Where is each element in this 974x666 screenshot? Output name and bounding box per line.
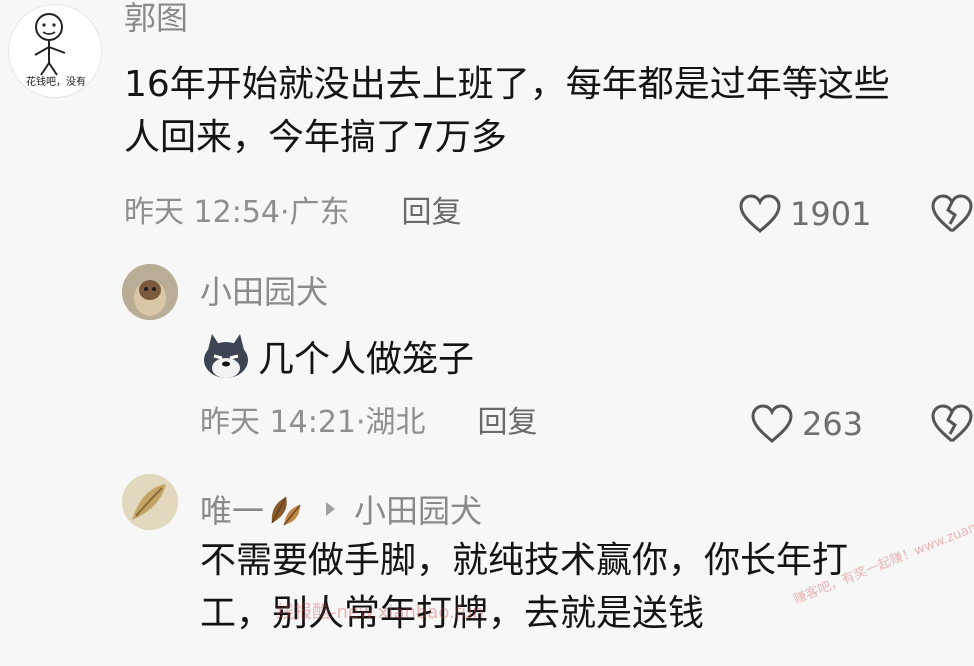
wolf-emoji-icon <box>204 334 248 378</box>
comment-author[interactable]: 郭图 <box>124 2 188 34</box>
comment-meta: 昨天 14:21·湖北 回复 <box>200 408 538 438</box>
avatar-xiaotianyuanquan[interactable] <box>122 264 178 320</box>
comment-header: 唯一 小田园犬 <box>200 486 482 532</box>
broken-heart-icon[interactable] <box>930 404 974 444</box>
reply-button[interactable]: 回复 <box>478 408 538 438</box>
comment-author[interactable]: 唯一 <box>200 486 264 532</box>
watermark-center: 线报酷-new.xianbao.fun <box>276 602 484 623</box>
comment-text-content: 几个人做笼子 <box>258 339 475 380</box>
reply-to-author[interactable]: 小田园犬 <box>354 486 482 532</box>
leaf-emoji-icon <box>271 496 301 526</box>
comment-author[interactable]: 小田园犬 <box>200 276 328 308</box>
comment-text: 16年开始就没出去上班了，每年都是过年等这些 人回来，今年搞了7万多 <box>124 58 974 165</box>
like-button[interactable]: 263 <box>750 404 863 444</box>
comment-time-location: 昨天 14:21·湖北 <box>200 405 426 440</box>
like-count: 263 <box>802 405 864 443</box>
comment-meta: 昨天 12:54·广东 回复 <box>124 198 462 228</box>
heart-outline-icon <box>739 194 781 233</box>
avatar-guotu[interactable]: 花钱吧，没有 <box>8 4 102 98</box>
reply-arrow-icon <box>326 502 336 516</box>
reply-button[interactable]: 回复 <box>402 198 462 228</box>
comment-time-location: 昨天 12:54·广东 <box>124 195 350 230</box>
avatar-weiyi[interactable] <box>122 474 178 530</box>
comment-text: 几个人做笼子 <box>200 330 474 382</box>
broken-heart-icon[interactable] <box>930 194 974 234</box>
comment-text-line: 16年开始就没出去上班了，每年都是过年等这些 <box>124 64 890 105</box>
heart-outline-icon <box>751 404 793 443</box>
like-button[interactable]: 1901 <box>738 194 871 234</box>
avatar-caption: 花钱吧，没有 <box>26 77 86 88</box>
like-count: 1901 <box>790 195 872 233</box>
comment-text-line: 人回来，今年搞了7万多 <box>124 117 507 159</box>
